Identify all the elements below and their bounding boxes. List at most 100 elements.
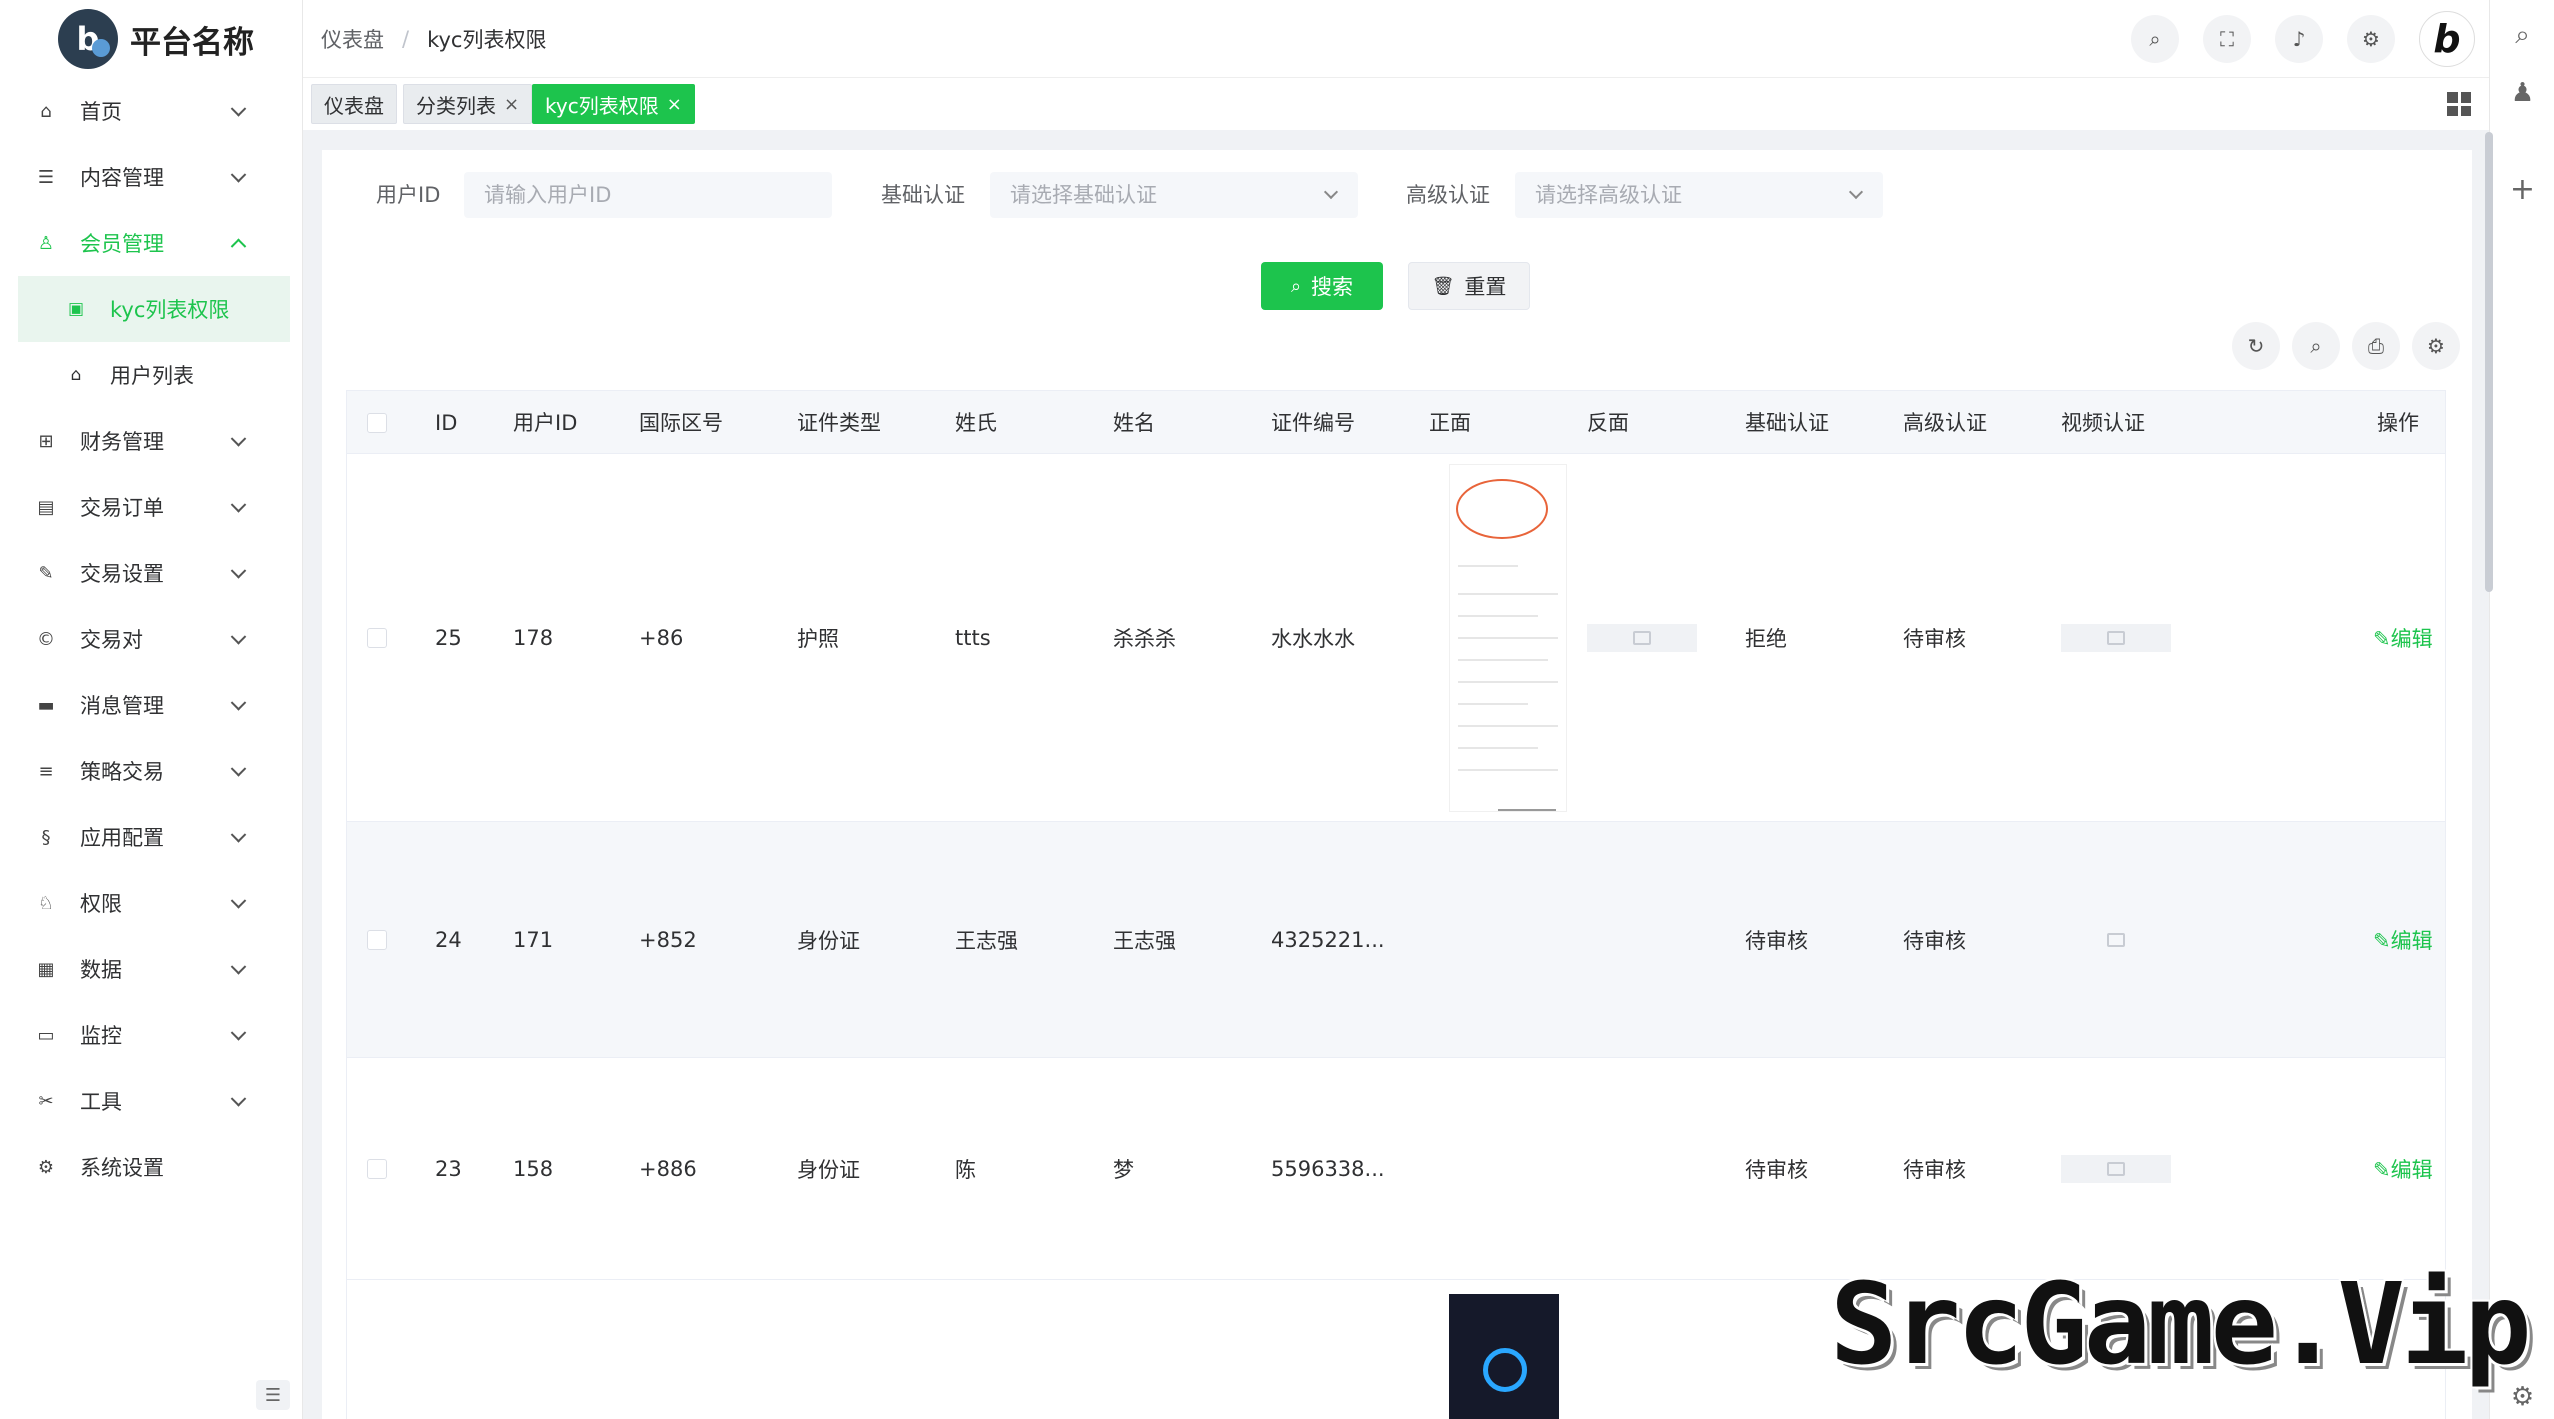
user-key-icon: ♘ [37,892,55,914]
cell-user-id: 171 [513,928,554,952]
search-icon: ⌕ [1290,275,1302,297]
tag-kyc[interactable]: kyc列表权限 × [532,84,695,124]
sidebar-item-home[interactable]: ⌂ 首页 [0,78,302,144]
gear-icon[interactable]: ⚙ [2347,15,2395,63]
user-id-input[interactable]: 请输入用户ID [464,172,832,218]
column-header: 高级认证 [1903,411,1987,435]
cell-advanced-status: 待审核 [1903,929,1966,953]
sidebar-subitem-kyc[interactable]: ▣ kyc列表权限 [18,276,290,342]
cell-basic-status: 待审核 [1745,929,1808,953]
plus-icon[interactable]: + [2490,172,2554,207]
table-icon: ▤ [37,496,55,518]
gear-icon[interactable]: ⚙ [2412,322,2460,370]
sidebar-item-finance[interactable]: ⊞ 财务管理 [0,408,302,474]
chevron-down-icon [230,101,247,117]
edit-button[interactable]: ✎编辑 [2373,925,2433,955]
sidebar-item-label: 首页 [80,100,122,124]
image-annotation [1456,479,1548,539]
sidebar-item-data[interactable]: ▦ 数据 [0,936,302,1002]
sidebar-item-tools[interactable]: ✂ 工具 [0,1068,302,1134]
close-icon[interactable]: × [504,94,519,115]
chevron-down-icon [230,1091,247,1107]
image-icon [2107,1162,2125,1176]
apps-grid-icon[interactable] [2447,92,2471,116]
video-image-placeholder [2061,624,2171,652]
select-placeholder: 请选择高级认证 [1535,183,1682,207]
tag-label: 仪表盘 [324,93,384,118]
users-icon[interactable]: ♟ [2490,78,2554,108]
cell-doc-no: 水水水水 [1271,627,1355,651]
breadcrumb-item[interactable]: 仪表盘 [321,24,384,54]
sidebar-item-permissions[interactable]: ♘ 权限 [0,870,302,936]
close-icon[interactable]: × [667,94,682,115]
table-row: 25 178 +86 护照 ttts 杀杀杀 水水水水 拒绝 待审核 ✎编辑 [346,454,2446,822]
row-checkbox[interactable] [367,930,387,950]
sidebar-item-trade-settings[interactable]: ✎ 交易设置 [0,540,302,606]
table-row: 24 171 +852 身份证 王志强 王志强 4325221... 待审核 待… [346,822,2446,1058]
cell-id: 23 [435,1157,462,1181]
cell-area: +852 [639,928,697,952]
column-header: 反面 [1587,411,1629,435]
edit-icon: ✎ [2373,1158,2391,1182]
collapse-sidebar-button[interactable]: ☰ [256,1380,290,1410]
logo-icon: b [58,9,118,69]
sidebar-subitem-users[interactable]: ⌂ 用户列表 [0,342,302,408]
avatar[interactable]: b [2419,11,2475,67]
search-icon[interactable]: ⌕ [2131,15,2179,63]
bell-icon[interactable]: ♪ [2275,15,2323,63]
sidebar-item-orders[interactable]: ▤ 交易订单 [0,474,302,540]
search-icon[interactable]: ⌕ [2490,20,2554,51]
breadcrumb-item: kyc列表权限 [427,27,547,52]
cell-name: 杀杀杀 [1113,627,1176,651]
select-all-checkbox[interactable] [367,413,387,433]
column-header: 姓氏 [955,411,997,435]
cell-name: 梦 [1113,1158,1134,1182]
cell-area: +886 [639,1157,697,1181]
column-header: 用户ID [513,411,578,435]
watermark: SrcGame.Vip [1830,1260,2532,1390]
reset-button[interactable]: 🗑 重置 [1408,262,1530,310]
row-checkbox[interactable] [367,1159,387,1179]
search-icon[interactable]: ⌕ [2292,322,2340,370]
reset-button-label: 重置 [1464,275,1507,299]
sidebar-item-messages[interactable]: ▬ 消息管理 [0,672,302,738]
sidebar-item-system[interactable]: ⚙ 系统设置 [0,1134,302,1200]
sidebar-item-app-config[interactable]: § 应用配置 [0,804,302,870]
column-header: 操作 [2377,411,2419,435]
sidebar-item-monitor[interactable]: ▭ 监控 [0,1002,302,1068]
print-icon[interactable]: ⎙ [2352,322,2400,370]
row-checkbox[interactable] [367,628,387,648]
sidebar-item-strategy[interactable]: ≡ 策略交易 [0,738,302,804]
basic-auth-select[interactable]: 请选择基础认证 [990,172,1358,218]
fullscreen-icon[interactable]: ⛶ [2203,15,2251,63]
cell-user-id: 158 [513,1157,554,1181]
list-icon: ☰ [37,166,55,188]
sidebar-item-content[interactable]: ☰ 内容管理 [0,144,302,210]
refresh-icon[interactable]: ↻ [2232,322,2280,370]
cell-doc-type: 护照 [797,627,839,651]
edit-icon: ✎ [2373,929,2391,953]
message-icon: ▬ [37,694,55,716]
sidebar-item-members[interactable]: ♙ 会员管理 [0,210,302,276]
front-image-thumbnail[interactable] [1449,1294,1559,1419]
chevron-down-icon [1323,184,1339,200]
table-row: 23 158 +886 身份证 陈 梦 5596338... 待审核 待审核 ✎… [346,1058,2446,1280]
sidebar-item-label: 消息管理 [80,694,164,718]
logo[interactable]: b 平台名称 [0,0,302,78]
sidebar-item-pairs[interactable]: © 交易对 [0,606,302,672]
cell-basic-status: 拒绝 [1745,627,1787,651]
search-button[interactable]: ⌕ 搜索 [1261,262,1383,310]
tag-dashboard[interactable]: 仪表盘 [311,84,397,124]
cell-surname: 陈 [955,1158,976,1182]
advanced-auth-select[interactable]: 请选择高级认证 [1515,172,1883,218]
tag-category-list[interactable]: 分类列表 × [403,84,533,124]
home-icon: ⌂ [40,100,52,122]
cell-surname: 王志强 [955,929,1018,953]
chevron-down-icon [230,695,247,711]
vertical-scrollbar[interactable] [2485,132,2493,592]
tag-label: 分类列表 [416,93,496,118]
edit-button[interactable]: ✎编辑 [2373,1154,2433,1184]
front-image-thumbnail[interactable] [1449,464,1567,812]
edit-button[interactable]: ✎编辑 [2373,623,2433,653]
wrench-icon: ✎ [38,562,54,584]
